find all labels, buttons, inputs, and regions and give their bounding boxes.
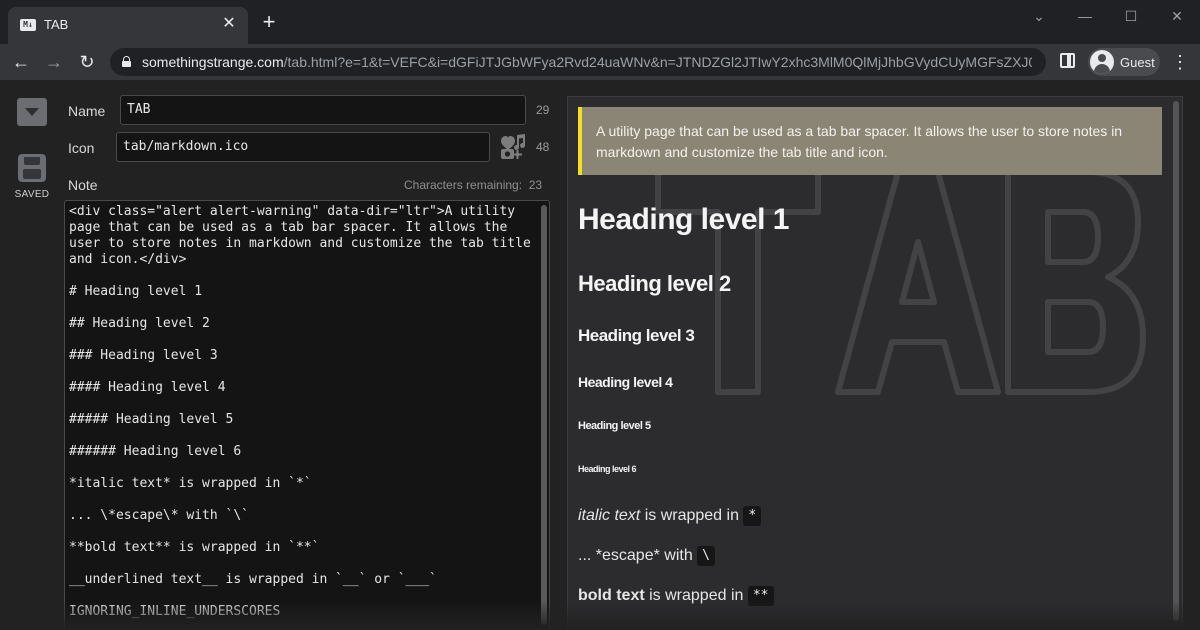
markdown-icon: M↓ — [20, 19, 36, 31]
browser-tab[interactable]: M↓ TAB ✕ — [8, 7, 248, 44]
address-bar[interactable]: somethingstrange.com/tab.html?e=1&t=VEFC… — [110, 48, 1046, 76]
alert-warning: A utility page that can be used as a tab… — [578, 107, 1162, 175]
more-menu-icon[interactable]: ⋮ — [1168, 49, 1192, 75]
lock-icon[interactable] — [122, 56, 131, 67]
maximize-icon[interactable]: ☐ — [1116, 6, 1146, 26]
icon-char-count: 48 — [536, 140, 550, 154]
minimize-icon[interactable]: — — [1070, 6, 1100, 26]
tab-title: TAB — [44, 17, 69, 32]
page-content: SAVED Name TAB 29 Icon tab/markdown.ico … — [0, 80, 1200, 630]
tab-close-icon[interactable]: ✕ — [220, 15, 238, 33]
avatar — [1090, 50, 1114, 74]
bold-paragraph: bold text is wrapped in ** — [578, 586, 774, 606]
note-scrollbar[interactable] — [541, 205, 547, 625]
icon-label: Icon — [68, 140, 95, 156]
browser-titlebar: M↓ TAB ✕ + ⌄ — ☐ ✕ — [0, 0, 1200, 44]
icon-input[interactable]: tab/markdown.ico — [116, 132, 490, 162]
browser-toolbar: ← → ↻ somethingstrange.com/tab.html?e=1&… — [0, 44, 1200, 80]
heading-4: Heading level 4 — [578, 374, 673, 390]
new-tab-icon[interactable]: + — [258, 11, 280, 34]
heading-5: Heading level 5 — [578, 420, 651, 432]
icon-picker-icon[interactable] — [500, 133, 526, 161]
window-menu-chevron-icon[interactable]: ⌄ — [1024, 6, 1054, 26]
name-label: Name — [68, 103, 106, 119]
escape-paragraph: ... *escape* with \ — [578, 546, 715, 566]
markdown-preview: A utility page that can be used as a tab… — [567, 96, 1183, 630]
profile-button[interactable]: Guest — [1088, 48, 1160, 76]
note-label: Note — [68, 177, 98, 193]
chars-remaining: Characters remaining: 23 — [404, 178, 543, 192]
side-panel-icon[interactable] — [1060, 53, 1075, 68]
name-char-count: 29 — [536, 103, 550, 117]
heading-6: Heading level 6 — [578, 464, 637, 474]
heading-3: Heading level 3 — [578, 326, 695, 345]
close-window-icon[interactable]: ✕ — [1162, 6, 1192, 26]
heading-1: Heading level 1 — [578, 203, 789, 236]
preview-scrollbar[interactable] — [1173, 101, 1179, 621]
forward-arrow-icon[interactable]: → — [41, 49, 67, 75]
name-input[interactable]: TAB — [120, 95, 526, 125]
url-text[interactable]: somethingstrange.com/tab.html?e=1&t=VEFC… — [142, 54, 1032, 70]
heading-2: Heading level 2 — [578, 271, 731, 296]
save-icon[interactable] — [18, 154, 46, 182]
profile-label: Guest — [1120, 55, 1155, 70]
italic-paragraph: italic text is wrapped in * — [578, 506, 762, 526]
saved-status: SAVED — [14, 189, 50, 200]
back-arrow-icon[interactable]: ← — [8, 49, 34, 75]
note-textarea[interactable]: <div class="alert alert-warning" data-di… — [64, 200, 550, 630]
note-text[interactable]: <div class="alert alert-warning" data-di… — [69, 204, 535, 620]
menu-dropdown-button[interactable] — [17, 98, 47, 126]
reload-icon[interactable]: ↻ — [74, 49, 100, 75]
